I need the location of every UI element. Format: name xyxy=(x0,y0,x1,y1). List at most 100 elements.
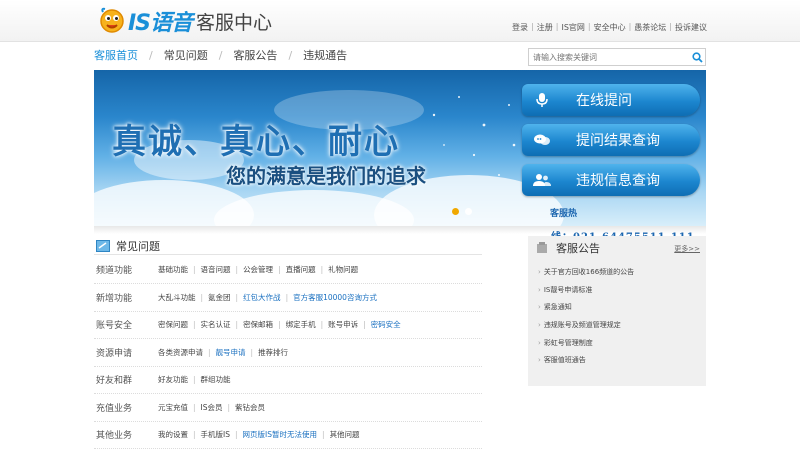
announcement-text: 彩虹号管理制度 xyxy=(543,338,593,347)
faq-links: 好友功能 | 群组功能 xyxy=(158,374,231,385)
faq-link[interactable]: 账号申诉 xyxy=(328,319,358,330)
faq-link[interactable]: 大乱斗功能 xyxy=(158,292,196,303)
sparkle-decoration xyxy=(432,96,516,176)
link-separator: | xyxy=(193,320,196,329)
faq-row: 账号安全 密保问题 | 实名认证 | 密保邮箱 | 绑定手机 | 账号申诉 | 密码安全 xyxy=(94,311,482,339)
logo-brand-text: IS语音 xyxy=(128,11,193,36)
search-box xyxy=(528,48,706,66)
security-center-link[interactable]: 安全中心 xyxy=(594,22,626,33)
link-separator: | xyxy=(227,402,231,412)
faq-link[interactable]: 其他问题 xyxy=(330,429,360,440)
faq-link[interactable]: 官方客服10000咨询方式 xyxy=(293,292,377,303)
official-site-link[interactable]: IS官网 xyxy=(561,22,584,33)
faq-title: 常见问题 xyxy=(116,240,160,253)
faq-links: 密保问题 | 实名认证 | 密保邮箱 | 绑定手机 | 账号申诉 | 密码安全 xyxy=(158,319,401,330)
site-logo[interactable]: IS语音 客服中心 xyxy=(98,4,272,38)
faq-link[interactable]: 基础功能 xyxy=(158,264,188,275)
faq-link[interactable]: 密保邮箱 xyxy=(243,319,273,330)
link-separator: | xyxy=(193,265,196,274)
faq-link[interactable]: 绑定手机 xyxy=(286,319,316,330)
announcement-panel: 客服公告 更多>> › 关于官方回收166频道的公告 › IS靓号申请标准 › 紧急通知 ›… xyxy=(528,236,706,386)
announcement-text: 紧急通知 xyxy=(543,303,572,312)
faq-category: 新增功能 xyxy=(96,293,133,304)
link-separator: | xyxy=(278,265,281,274)
query-result-button[interactable]: 提问结果查询 xyxy=(522,124,700,156)
search-input[interactable] xyxy=(529,52,689,62)
announcement-text: 关于官方回收166频道的公告 xyxy=(543,268,635,276)
chat-bubbles-icon xyxy=(522,133,562,147)
complaint-link[interactable]: 投诉建议 xyxy=(675,22,707,33)
faq-link[interactable]: 直播问题 xyxy=(286,264,316,275)
announcement-item[interactable]: › 紧急通知 xyxy=(538,299,634,317)
side-actions: 在线提问 提问结果查询 违规信息查询 客服热 xyxy=(520,70,706,226)
faq-link[interactable]: 群组功能 xyxy=(201,374,231,385)
nav-faq[interactable]: 常见问题 xyxy=(164,47,208,63)
nav-announcements[interactable]: 客服公告 xyxy=(233,47,277,63)
faq-link[interactable]: IS会员 xyxy=(201,402,223,413)
faq-icon xyxy=(96,240,110,252)
faq-link[interactable]: 网页版IS暂时无法使用 xyxy=(243,429,317,440)
faq-link[interactable]: 公会管理 xyxy=(243,264,273,275)
faq-links: 各类资源申请 | 靓号申请 | 推荐排行 xyxy=(158,347,288,358)
announcement-text: 违规账号及频道管理规定 xyxy=(543,321,621,330)
faq-links: 大乱斗功能 | 氪金团 | 红包大作战 | 官方客服10000咨询方式 xyxy=(158,292,377,303)
login-link[interactable]: 登录 xyxy=(512,22,528,33)
faq-link[interactable]: 手机版IS xyxy=(201,429,230,440)
link-separator: | xyxy=(363,320,366,329)
slide-indicators xyxy=(452,208,472,215)
nav-divider: / xyxy=(288,48,293,62)
announcement-item[interactable]: › 彩虹号管理制度 xyxy=(538,335,634,353)
announcement-icon xyxy=(537,242,547,253)
faq-category: 账号安全 xyxy=(96,321,133,331)
announcement-item[interactable]: › IS靓号申请标准 xyxy=(538,282,634,300)
bullet-icon: › xyxy=(538,321,541,330)
slide-dot[interactable] xyxy=(465,208,472,215)
announcement-item[interactable]: › 关于官方回收166频道的公告 xyxy=(538,264,634,282)
faq-category: 其他业务 xyxy=(96,431,133,441)
faq-link[interactable]: 紫钻会员 xyxy=(235,402,265,413)
violation-query-label: 违规信息查询 xyxy=(576,173,660,189)
faq-link[interactable]: 我的设置 xyxy=(158,429,188,440)
faq-link[interactable]: 靓号申请 xyxy=(216,347,246,358)
announcement-more-link[interactable]: 更多>> xyxy=(674,244,700,254)
register-link[interactable]: 注册 xyxy=(537,22,553,33)
nav-violations[interactable]: 违规通告 xyxy=(303,47,347,63)
faq-heading: 常见问题 xyxy=(96,238,160,254)
search-icon[interactable] xyxy=(689,49,705,65)
nav-home[interactable]: 客服首页 xyxy=(94,47,138,63)
slide-dot-active[interactable] xyxy=(452,208,459,215)
faq-row: 资源申请 各类资源申请 | 靓号申请 | 推荐排行 xyxy=(94,339,482,367)
faq-links: 基础功能 | 语音问题 | 公会管理 | 直播问题 | 礼物问题 xyxy=(158,264,358,275)
faq-category: 资源申请 xyxy=(96,348,133,359)
faq-links: 我的设置 | 手机版IS | 网页版IS暂时无法使用 | 其他问题 xyxy=(158,429,360,440)
announcement-item[interactable]: › 客服值班通告 xyxy=(538,352,634,370)
faq-link[interactable]: 礼物问题 xyxy=(328,264,358,275)
faq-link[interactable]: 好友功能 xyxy=(158,374,188,385)
online-ask-button[interactable]: 在线提问 xyxy=(522,84,700,116)
faq-link[interactable]: 各类资源申请 xyxy=(158,347,203,358)
announcement-item[interactable]: › 违规账号及频道管理规定 xyxy=(538,317,634,335)
faq-divider xyxy=(94,254,482,255)
online-ask-label: 在线提问 xyxy=(576,93,632,109)
faq-link[interactable]: 红包大作战 xyxy=(243,292,281,303)
link-separator: | xyxy=(208,347,211,357)
forum-link[interactable]: 愚茶论坛 xyxy=(634,22,666,33)
announcement-list: › 关于官方回收166频道的公告 › IS靓号申请标准 › 紧急通知 › 违规账号及频道管理规… xyxy=(538,264,634,370)
faq-link[interactable]: 元宝充值 xyxy=(158,402,188,413)
link-separator: | xyxy=(200,292,204,302)
nav-divider: / xyxy=(149,48,153,62)
faq-link[interactable]: 密保问题 xyxy=(158,319,188,330)
link-separator: | xyxy=(193,375,196,384)
bullet-icon: › xyxy=(538,285,541,294)
faq-link[interactable]: 氪金团 xyxy=(208,292,231,303)
violation-query-button[interactable]: 违规信息查询 xyxy=(522,164,700,196)
faq-link[interactable]: 推荐排行 xyxy=(258,347,288,358)
faq-link[interactable]: 语音问题 xyxy=(201,264,231,275)
link-separator: | xyxy=(235,292,239,302)
link-separator: | xyxy=(250,347,254,357)
link-separator: | xyxy=(235,265,239,274)
faq-link[interactable]: 实名认证 xyxy=(201,319,231,330)
faq-row: 好友和群 好友功能 | 群组功能 xyxy=(94,366,482,394)
faq-row: 其他业务 我的设置 | 手机版IS | 网页版IS暂时无法使用 | 其他问题 xyxy=(94,421,482,449)
faq-link[interactable]: 密码安全 xyxy=(371,319,401,330)
